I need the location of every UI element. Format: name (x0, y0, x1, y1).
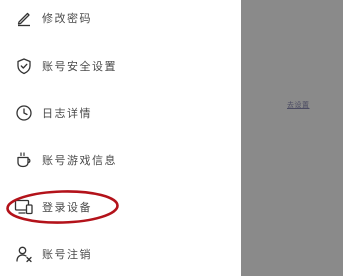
devices-icon (14, 197, 34, 217)
menu-item-game-info[interactable]: 账号游戏信息 (0, 143, 241, 177)
menu-item-label: 日志详情 (42, 107, 92, 120)
settings-menu-panel: 修改密码 账号安全设置 日志详情 账号游戏信息 登录设备 账号注销 (0, 0, 241, 276)
clock-icon (14, 103, 34, 123)
menu-item-account-deletion[interactable]: 账号注销 (0, 237, 241, 271)
pencil-icon (14, 8, 34, 28)
shield-check-icon (14, 56, 34, 76)
menu-item-label: 账号注销 (42, 248, 92, 261)
user-remove-icon (14, 244, 34, 264)
menu-item-label: 登录设备 (42, 201, 92, 214)
menu-item-login-devices[interactable]: 登录设备 (0, 190, 241, 224)
coffee-cup-icon (14, 150, 34, 170)
menu-item-log-details[interactable]: 日志详情 (0, 96, 241, 130)
menu-item-label: 账号游戏信息 (42, 154, 117, 167)
menu-item-label: 账号安全设置 (42, 60, 117, 73)
menu-item-label: 修改密码 (42, 12, 92, 25)
settings-link[interactable]: 去设置 (287, 100, 310, 110)
menu-item-account-security[interactable]: 账号安全设置 (0, 49, 241, 83)
menu-item-change-password[interactable]: 修改密码 (0, 1, 241, 35)
dimmed-overlay[interactable]: 去设置 (241, 0, 343, 276)
